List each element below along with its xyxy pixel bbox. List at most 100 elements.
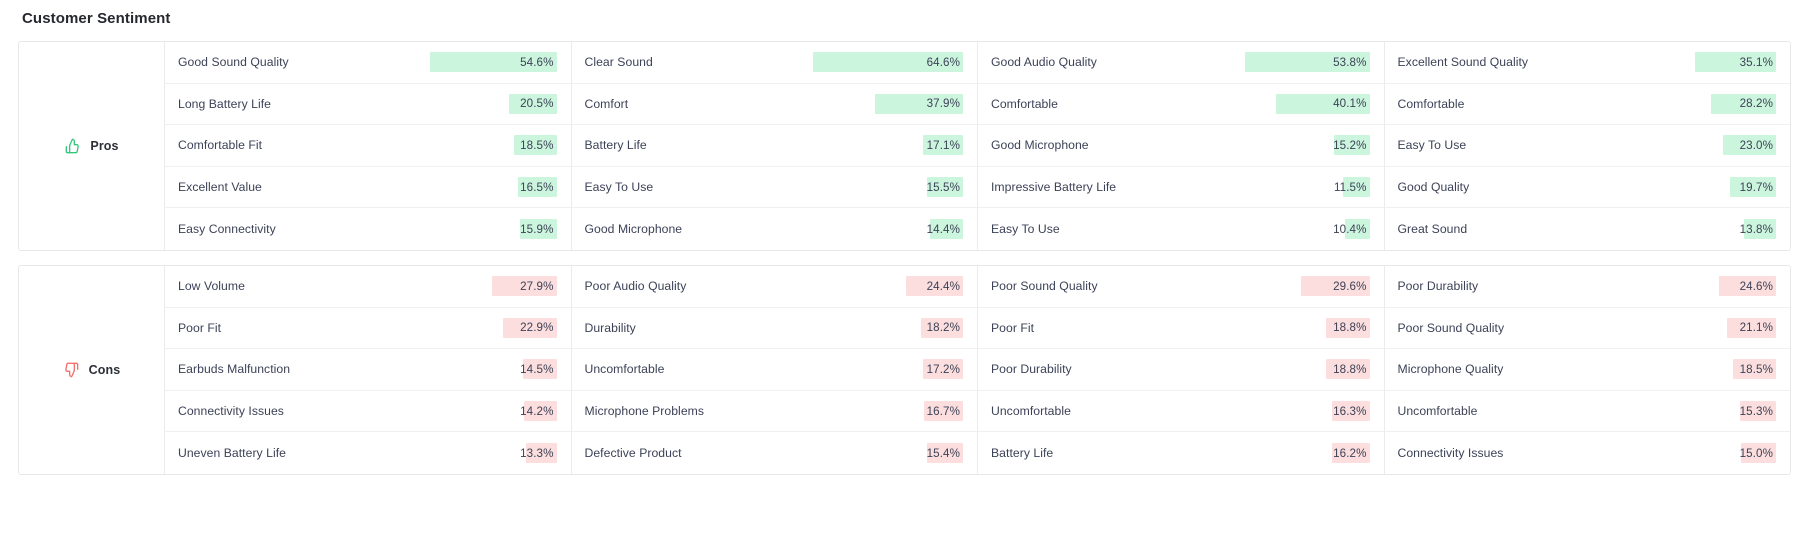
sentiment-row[interactable]: Durability 18.2% — [571, 308, 977, 350]
sentiment-term: Battery Life — [584, 138, 647, 153]
sentiment-meter: 53.8% — [1220, 52, 1370, 73]
sentiment-meter: 18.5% — [1626, 359, 1776, 380]
sentiment-term: Uncomfortable — [991, 404, 1071, 419]
sentiment-meter: 23.0% — [1626, 135, 1776, 156]
sentiment-meter: 15.0% — [1626, 443, 1776, 464]
sentiment-row[interactable]: Impressive Battery Life 11.5% — [978, 167, 1384, 209]
sentiment-meter: 15.3% — [1626, 401, 1776, 422]
sentiment-meter: 18.8% — [1220, 317, 1370, 338]
sentiment-term: Poor Audio Quality — [584, 279, 687, 294]
sentiment-value: 14.4% — [926, 222, 960, 236]
sentiment-value: 17.1% — [926, 138, 960, 152]
cons-label-cell: Cons — [19, 265, 165, 474]
sentiment-value: 13.3% — [520, 446, 554, 460]
sentiment-row[interactable]: Uncomfortable 16.3% — [978, 391, 1384, 433]
sentiment-term: Good Sound Quality — [178, 55, 289, 70]
sentiment-row[interactable]: Good Microphone 14.4% — [572, 208, 978, 250]
sentiment-term: Poor Durability — [1397, 279, 1479, 294]
sentiment-row[interactable]: Easy To Use 10.4% — [978, 208, 1384, 250]
sentiment-row[interactable]: Battery Life 16.2% — [978, 432, 1384, 474]
cons-column-4: Poor Durability 24.6% Poor Sound Quality… — [1384, 266, 1791, 474]
sentiment-value: 40.1% — [1333, 97, 1367, 111]
sentiment-row[interactable]: Comfortable 40.1% — [978, 84, 1384, 126]
sentiment-row[interactable]: Poor Durability 18.8% — [978, 349, 1384, 391]
sentiment-row[interactable]: Comfortable 28.2% — [1384, 84, 1790, 126]
sentiment-row[interactable]: Poor Durability 24.6% — [1384, 266, 1790, 308]
sentiment-value: 16.3% — [1333, 404, 1367, 418]
sentiment-row[interactable]: Microphone Quality 18.5% — [1384, 349, 1790, 391]
sentiment-row[interactable]: Poor Sound Quality 29.6% — [978, 266, 1384, 308]
sentiment-row[interactable]: Defective Product 15.4% — [572, 432, 978, 474]
sentiment-term: Clear Sound — [584, 55, 653, 70]
sentiment-row[interactable]: Easy Connectivity 15.9% — [165, 208, 571, 250]
sentiment-meter: 14.2% — [407, 401, 557, 422]
sentiment-row[interactable]: Good Quality 19.7% — [1384, 167, 1790, 209]
sentiment-meter: 24.6% — [1626, 276, 1776, 297]
pros-column-2: Clear Sound 64.6% Comfort 37.9% Battery … — [571, 42, 978, 250]
sentiment-meter: 54.6% — [407, 52, 557, 73]
sentiment-term: Comfortable — [991, 96, 1058, 111]
sentiment-term: Comfort — [584, 96, 629, 111]
sentiment-row[interactable]: Poor Fit 18.8% — [978, 308, 1384, 350]
sentiment-term: Comfortable Fit — [178, 138, 263, 153]
sentiment-term: Good Quality — [1397, 180, 1470, 195]
sentiment-term: Battery Life — [991, 446, 1054, 461]
sentiment-meter: 35.1% — [1626, 52, 1776, 73]
sentiment-row[interactable]: Uncomfortable 15.3% — [1384, 391, 1790, 433]
sentiment-row[interactable]: Easy To Use 15.5% — [571, 167, 977, 209]
sentiment-term: Comfortable — [1397, 96, 1465, 111]
sentiment-value: 16.7% — [926, 404, 960, 418]
sentiment-term: Poor Sound Quality — [1397, 320, 1505, 335]
sentiment-row[interactable]: Good Microphone 15.2% — [978, 125, 1384, 167]
sentiment-meter: 17.2% — [813, 359, 963, 380]
sentiment-row[interactable]: Poor Sound Quality 21.1% — [1384, 308, 1790, 350]
sentiment-row[interactable]: Earbuds Malfunction 14.5% — [165, 349, 571, 391]
sentiment-value: 22.9% — [520, 321, 554, 335]
sentiment-value: 18.2% — [926, 321, 960, 335]
sentiment-meter: 16.5% — [407, 177, 557, 198]
pros-columns: Good Sound Quality 54.6% Long Battery Li… — [165, 42, 1790, 250]
sentiment-row[interactable]: Microphone Problems 16.7% — [571, 391, 977, 433]
sentiment-row[interactable]: Uneven Battery Life 13.3% — [165, 432, 571, 474]
sentiment-value: 15.0% — [1739, 446, 1773, 460]
sentiment-row[interactable]: Easy To Use 23.0% — [1384, 125, 1790, 167]
sentiment-term: Easy To Use — [991, 222, 1060, 237]
sentiment-row[interactable]: Excellent Sound Quality 35.1% — [1384, 42, 1790, 84]
sentiment-row[interactable]: Good Sound Quality 54.6% — [165, 42, 571, 84]
sentiment-term: Easy Connectivity — [178, 222, 276, 237]
sentiment-term: Low Volume — [178, 279, 245, 294]
sentiment-meter: 11.5% — [1220, 177, 1370, 198]
sentiment-row[interactable]: Comfortable Fit 18.5% — [165, 125, 571, 167]
sentiment-row[interactable]: Poor Audio Quality 24.4% — [571, 266, 977, 308]
sentiment-row[interactable]: Excellent Value 16.5% — [165, 167, 571, 209]
sentiment-row[interactable]: Low Volume 27.9% — [165, 266, 571, 308]
sentiment-term: Microphone Quality — [1397, 362, 1504, 377]
sentiment-value: 24.4% — [926, 279, 960, 293]
sentiment-term: Durability — [584, 320, 636, 335]
sentiment-value: 11.5% — [1333, 180, 1367, 194]
sentiment-row[interactable]: Connectivity Issues 14.2% — [165, 391, 571, 433]
sentiment-term: Connectivity Issues — [1397, 446, 1504, 461]
sentiment-value: 23.0% — [1739, 138, 1773, 152]
sentiment-row[interactable]: Clear Sound 64.6% — [571, 42, 977, 84]
sentiment-term: Poor Sound Quality — [991, 279, 1098, 294]
sentiment-term: Defective Product — [584, 446, 682, 461]
sentiment-value: 53.8% — [1333, 55, 1367, 69]
sentiment-meter: 14.4% — [813, 219, 963, 240]
sentiment-term: Good Microphone — [991, 138, 1089, 153]
sentiment-row[interactable]: Good Audio Quality 53.8% — [978, 42, 1384, 84]
sentiment-row[interactable]: Comfort 37.9% — [571, 84, 977, 126]
sentiment-row[interactable]: Connectivity Issues 15.0% — [1385, 432, 1791, 474]
sentiment-row[interactable]: Long Battery Life 20.5% — [165, 84, 571, 126]
thumbs-up-icon — [64, 137, 81, 154]
sentiment-row[interactable]: Uncomfortable 17.2% — [571, 349, 977, 391]
sentiment-value: 27.9% — [520, 279, 554, 293]
sentiment-term: Long Battery Life — [178, 96, 271, 111]
sentiment-row[interactable]: Great Sound 13.8% — [1385, 208, 1791, 250]
sentiment-row[interactable]: Battery Life 17.1% — [571, 125, 977, 167]
sentiment-row[interactable]: Poor Fit 22.9% — [165, 308, 571, 350]
sentiment-term: Excellent Sound Quality — [1397, 55, 1529, 70]
sentiment-value: 18.5% — [1739, 362, 1773, 376]
sentiment-meter: 13.8% — [1626, 219, 1776, 240]
sentiment-value: 10.4% — [1333, 222, 1367, 236]
